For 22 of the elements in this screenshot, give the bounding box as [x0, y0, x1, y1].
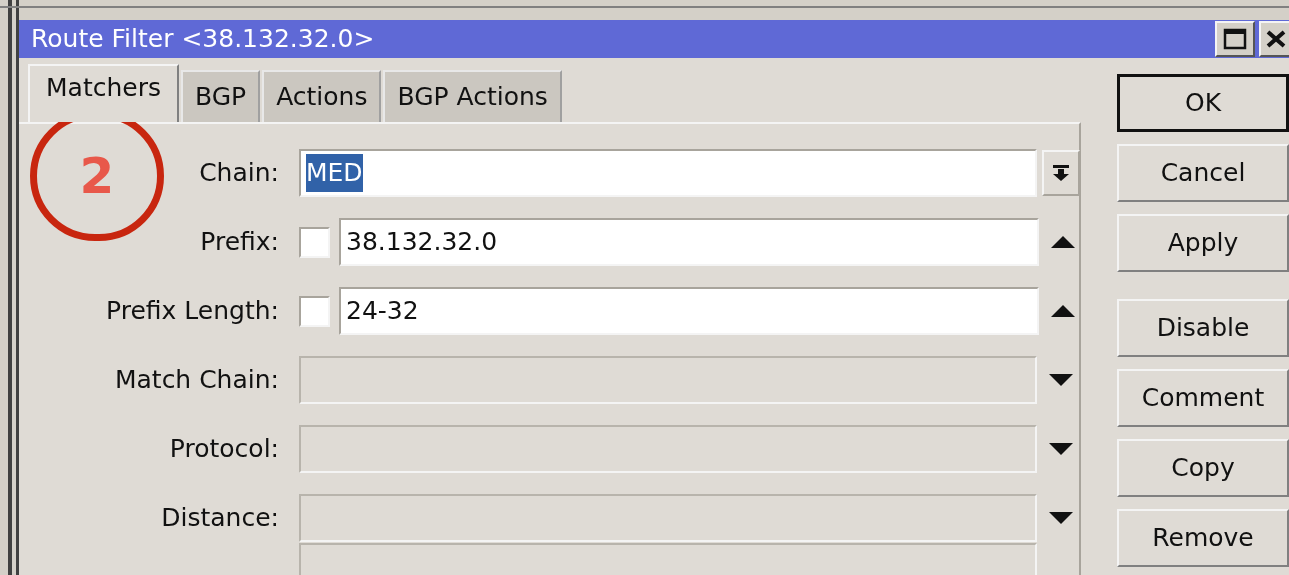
- dialog-button[interactable]: Comment: [1117, 368, 1289, 427]
- tab[interactable]: BGP Actions: [383, 69, 562, 122]
- chain-input[interactable]: MED: [299, 149, 1037, 197]
- dialog-button[interactable]: Cancel: [1117, 143, 1289, 202]
- tab[interactable]: BGP: [180, 69, 261, 122]
- dialog-button[interactable]: Disable: [1117, 298, 1289, 357]
- field-label: Chain:: [199, 157, 279, 190]
- field-label: Match Chain:: [114, 364, 279, 397]
- dialog-button[interactable]: Apply: [1117, 213, 1289, 272]
- field-label: Protocol:: [169, 433, 279, 466]
- dialog-button[interactable]: Remove: [1117, 508, 1289, 567]
- dialog-button[interactable]: OK: [1117, 73, 1289, 132]
- annotation-number: 2: [79, 151, 115, 201]
- window-title: Route Filter <38.132.32.0>: [31, 23, 375, 55]
- field-label: Distance:: [161, 502, 279, 535]
- tab[interactable]: Actions: [262, 69, 382, 122]
- input-field[interactable]: 38.132.32.0: [339, 218, 1039, 266]
- dialog-button[interactable]: Copy: [1117, 438, 1289, 497]
- tab[interactable]: Matchers: [28, 63, 179, 122]
- field-label: Prefix:: [200, 226, 279, 259]
- input-field[interactable]: 24-32: [339, 287, 1039, 335]
- field-label: Prefix Length:: [106, 295, 279, 328]
